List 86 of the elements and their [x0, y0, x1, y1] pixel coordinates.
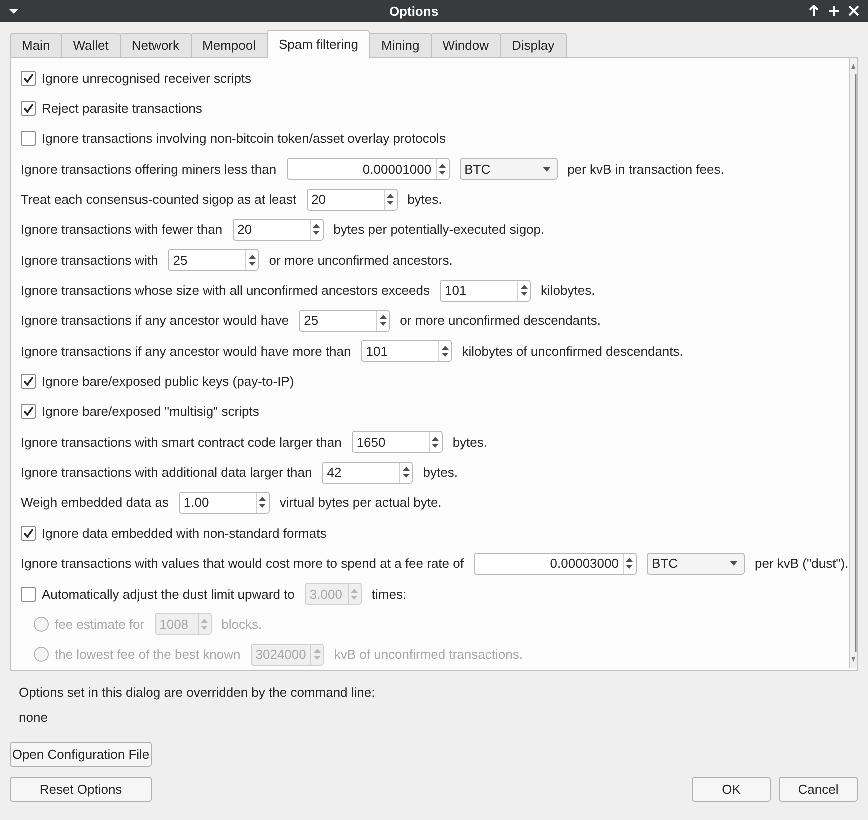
tab[interactable]: Mempool — [190, 33, 268, 57]
spin-box[interactable]: 101 — [440, 280, 531, 302]
option-label: blocks. — [222, 616, 262, 632]
tab[interactable]: Window — [430, 33, 502, 57]
spin-box[interactable]: 20 — [306, 188, 398, 211]
dialog-button[interactable]: Reset Options — [10, 777, 152, 802]
option-label: Ignore transactions if any ancestor would have more than — [21, 344, 352, 359]
checkbox[interactable] — [21, 404, 36, 420]
tab[interactable]: Network — [120, 33, 192, 57]
option-label: Ignore transactions with additional data larger than — [21, 465, 312, 480]
checkbox[interactable] — [21, 586, 36, 602]
option-label: per kvB ("dust"). — [754, 556, 849, 572]
checkbox[interactable] — [21, 526, 36, 541]
tab[interactable]: Display — [500, 33, 567, 57]
option-label: fee estimate for — [55, 616, 145, 632]
spin-box[interactable]: 101 — [361, 340, 452, 362]
checkbox[interactable] — [21, 70, 36, 86]
option-label: Ignore transactions with fewer than — [21, 222, 223, 238]
spin-box[interactable]: 1.00 — [178, 492, 270, 514]
spin-box[interactable]: 1650 — [352, 431, 443, 454]
caret-icon — [730, 561, 738, 566]
dialog-button[interactable]: Open Configuration File — [10, 742, 152, 767]
spin-arrows-icon[interactable] — [520, 285, 528, 296]
option-label: Automatically adjust the dust limit upward to — [42, 586, 295, 602]
spin-box[interactable]: 20 — [232, 218, 324, 241]
spin-arrows-icon[interactable] — [442, 346, 449, 357]
option-label: virtual bytes per actual byte. — [280, 495, 442, 510]
spin-arrows-icon[interactable] — [439, 164, 446, 175]
option-label: Ignore transactions involving non-bitcoin token/asset overlay protocols — [42, 131, 446, 146]
option-label: Ignore transactions with — [21, 252, 158, 268]
dialog-button[interactable]: Cancel — [779, 777, 858, 802]
option-label: bytes. — [452, 434, 488, 450]
option-label: Ignore bare/exposed public keys (pay-to-IP) — [42, 374, 294, 390]
tab[interactable]: Mining — [369, 33, 432, 57]
spin-arrows-icon[interactable] — [259, 497, 266, 508]
option-label: Ignore transactions with values that would cost more to spend at a fee rate of — [21, 556, 464, 572]
unit-dropdown[interactable]: BTC — [460, 158, 558, 180]
option-label: Weigh embedded data as — [21, 495, 169, 510]
option-label: Ignore transactions offering miners less than — [21, 162, 277, 177]
dialog-button[interactable]: OK — [692, 777, 771, 802]
option-label: Ignore transactions if any ancestor would have — [21, 313, 290, 328]
option-label: Reject parasite transactions — [42, 101, 202, 116]
option-label: bytes. — [408, 192, 442, 208]
option-label: kvB of unconfirmed transactions. — [334, 647, 523, 662]
checkbox[interactable] — [21, 374, 36, 390]
option-label: times: — [372, 586, 407, 602]
option-label: the lowest fee of the best known — [55, 647, 241, 662]
amount-field[interactable]: 0.00001000 — [286, 158, 450, 180]
plus-icon[interactable] — [828, 5, 840, 17]
spin-arrows-icon[interactable] — [432, 436, 440, 448]
scrollbar[interactable] — [848, 58, 857, 668]
option-label: Ignore transactions whose size with all unconfirmed ancestors exceeds — [21, 283, 430, 298]
option-label: kilobytes. — [541, 283, 596, 298]
option-label: bytes per potentially-executed sigop. — [334, 222, 545, 238]
option-label: Ignore bare/exposed "multisig" scripts — [42, 404, 260, 420]
spin-arrows-icon[interactable] — [380, 315, 387, 326]
option-label: per kvB in transaction fees. — [568, 162, 724, 177]
overrides-label: Options set in this dialog are overridden by the command line: — [19, 685, 376, 700]
spin-arrows-icon[interactable] — [387, 194, 394, 206]
option-label: or more unconfirmed descendants. — [400, 313, 601, 328]
option-label: Ignore transactions with smart contract code larger than — [21, 434, 342, 450]
option-label: kilobytes of unconfirmed descendants. — [462, 344, 684, 359]
spin-box[interactable]: 25 — [299, 310, 390, 332]
option-label: or more unconfirmed ancestors. — [269, 252, 453, 268]
spin-arrows-icon[interactable] — [626, 558, 634, 570]
caret-icon — [542, 166, 551, 172]
amount-field[interactable]: 0.00003000 — [474, 552, 637, 575]
spin-box[interactable]: 25 — [168, 249, 260, 272]
option-label: Treat each consensus-counted sigop as at least — [21, 192, 297, 208]
tab[interactable]: Main — [10, 33, 62, 57]
window-title: Options — [388, 4, 440, 18]
spin-arrows-icon[interactable] — [402, 467, 410, 478]
checkbox[interactable] — [21, 101, 36, 116]
spin-arrows-icon[interactable] — [313, 224, 320, 236]
close-icon[interactable] — [848, 5, 860, 17]
option-label: bytes. — [423, 465, 458, 480]
checkbox[interactable] — [21, 131, 36, 146]
arrow-up-icon[interactable] — [808, 5, 820, 17]
option-label: Ignore unrecognised receiver scripts — [42, 70, 252, 86]
option-label: Ignore data embedded with non-standard formats — [42, 526, 327, 541]
tab[interactable]: Spam filtering — [266, 30, 370, 58]
tab[interactable]: Wallet — [61, 33, 121, 57]
unit-dropdown[interactable]: BTC — [646, 552, 745, 575]
spin-box[interactable]: 42 — [322, 462, 414, 484]
overrides-value: none — [19, 710, 49, 725]
spin-arrows-icon[interactable] — [248, 254, 256, 266]
